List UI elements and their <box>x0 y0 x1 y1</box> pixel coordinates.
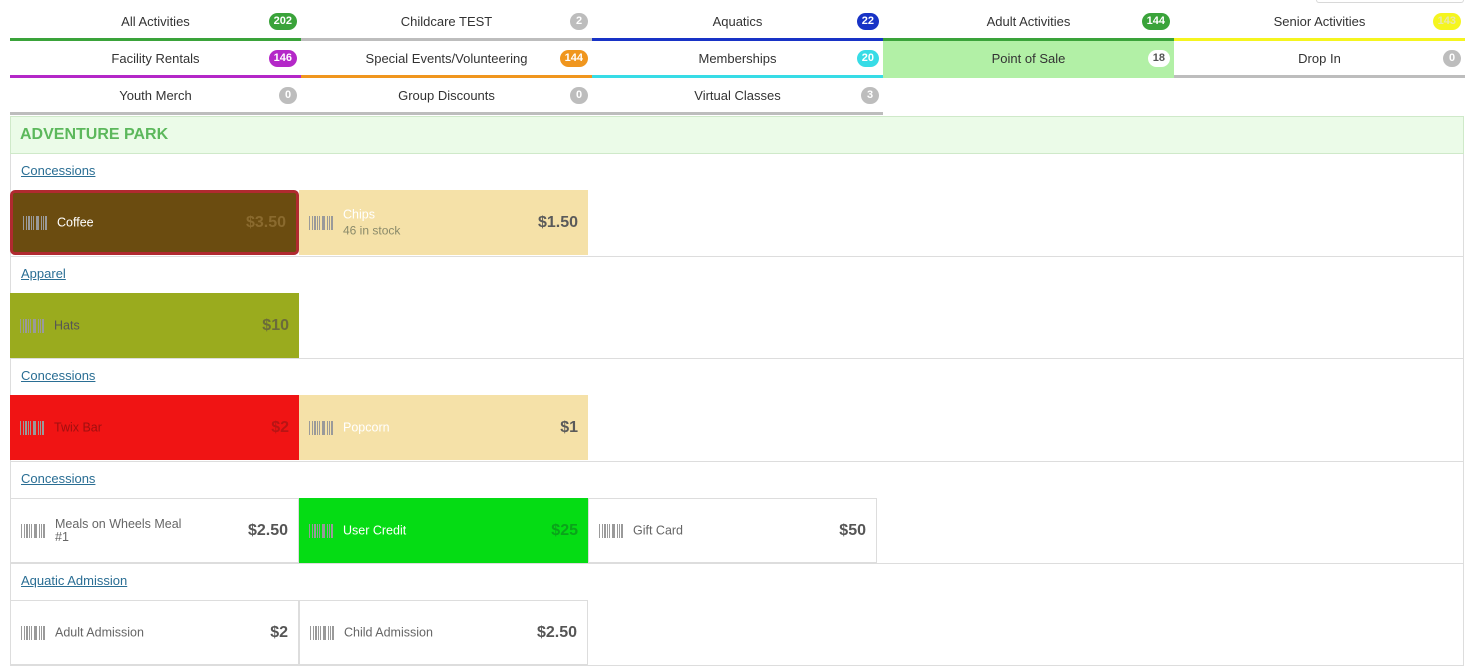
tab-label: Group Discounts <box>398 87 495 103</box>
tab-count-badge: 143 <box>1432 13 1461 30</box>
tab-label: Drop In <box>1298 50 1341 66</box>
product-tile[interactable]: Adult Admission $2 <box>10 600 299 665</box>
product-name: Adult Admission <box>55 625 144 639</box>
tab-count-badge: 146 <box>268 50 297 67</box>
tab-senior-activities[interactable]: Senior Activities 143 <box>1174 4 1465 41</box>
tab-label: Senior Activities <box>1273 13 1366 29</box>
product-group: Concessions Twix Bar $2 Popcorn $1 <box>10 359 1464 462</box>
product-group: Concessions Coffee $3.50 Chips 46 in stoc… <box>10 154 1464 257</box>
tab-group-discounts[interactable]: Group Discounts 0 <box>301 78 592 115</box>
product-group: Concessions Meals on Wheels Meal #1 $2.5… <box>10 462 1464 564</box>
tab-virtual-classes[interactable]: Virtual Classes 3 <box>592 78 883 115</box>
product-tile[interactable]: Gift Card $50 <box>588 498 877 563</box>
barcode-icon <box>21 523 45 538</box>
product-name: User Credit <box>343 523 407 537</box>
tab-count-badge: 20 <box>856 50 879 67</box>
tab-label: All Activities <box>121 13 190 29</box>
tab-label: Special Events/Volunteering <box>365 50 528 66</box>
tab-label: Childcare TEST <box>400 13 493 29</box>
tab-memberships[interactable]: Memberships 20 <box>592 41 883 78</box>
section-header: ADVENTURE PARK <box>10 116 1464 154</box>
product-name: Hats <box>54 318 80 332</box>
tab-point-of-sale[interactable]: Point of Sale 18 <box>883 41 1174 78</box>
tab-count-badge: 144 <box>1141 13 1170 30</box>
product-name: Twix Bar <box>54 420 102 434</box>
barcode-icon <box>309 215 333 230</box>
barcode-icon <box>21 625 45 640</box>
section-title: ADVENTURE PARK <box>20 126 169 143</box>
tab-childcare-test[interactable]: Childcare TEST 2 <box>301 4 592 41</box>
tab-count-badge: 22 <box>856 13 879 30</box>
product-tile[interactable]: Chips 46 in stock $1.50 <box>299 190 588 255</box>
barcode-icon <box>309 420 333 435</box>
tab-row: Youth Merch 0 Group Discounts 0 Virtual Cl… <box>10 78 1465 115</box>
product-name: Child Admission <box>344 625 433 639</box>
tab-all-activities[interactable]: All Activities 202 <box>10 4 301 41</box>
product-group: Aquatic Admission Adult Admission $2 Chi… <box>10 564 1464 666</box>
product-price: $2.50 <box>536 623 577 641</box>
product-tile[interactable]: Hats $10 <box>10 293 299 358</box>
barcode-icon <box>20 420 44 435</box>
group-title-link[interactable]: Apparel <box>21 266 66 281</box>
tab-count-badge: 202 <box>268 13 297 30</box>
product-tile[interactable]: User Credit $25 <box>299 498 588 563</box>
product-tile[interactable]: Child Admission $2.50 <box>299 600 588 665</box>
product-price: $25 <box>551 521 578 539</box>
product-price: $10 <box>262 316 289 334</box>
tab-label: Aquatics <box>712 13 763 29</box>
product-name: Meals on Wheels Meal #1 <box>55 516 182 544</box>
product-price: $1 <box>560 418 578 436</box>
product-name: Gift Card <box>633 523 684 537</box>
product-price: $1.50 <box>537 213 578 231</box>
tab-row: Facility Rentals 146 Special Events/Volun… <box>10 41 1465 78</box>
tab-adult-activities[interactable]: Adult Activities 144 <box>883 4 1174 41</box>
tab-label: Youth Merch <box>119 87 192 103</box>
tab-facility-rentals[interactable]: Facility Rentals 146 <box>10 41 301 78</box>
product-price: $2.50 <box>247 521 288 539</box>
tab-label: Facility Rentals <box>111 50 200 66</box>
product-tile[interactable]: Twix Bar $2 <box>10 395 299 460</box>
barcode-icon <box>599 523 623 538</box>
product-price: $50 <box>839 521 866 539</box>
product-tile[interactable]: Meals on Wheels Meal #1 $2.50 <box>10 498 299 563</box>
product-tile[interactable]: Coffee $3.50 <box>10 190 299 255</box>
product-name: Coffee <box>57 215 94 229</box>
product-tile[interactable]: Popcorn $1 <box>299 395 588 460</box>
tab-drop-in[interactable]: Drop In 0 <box>1174 41 1465 78</box>
group-title-link[interactable]: Concessions <box>21 368 95 383</box>
product-group: Apparel Hats $10 <box>10 257 1464 359</box>
tab-count-badge: 0 <box>279 87 297 104</box>
tab-aquatics[interactable]: Aquatics 22 <box>592 4 883 41</box>
tab-label: Memberships <box>698 50 777 66</box>
tab-count-badge: 3 <box>861 87 879 104</box>
tab-count-badge: 144 <box>559 50 588 67</box>
barcode-icon <box>309 523 333 538</box>
product-price: $2 <box>270 623 288 641</box>
tab-label: Virtual Classes <box>694 87 781 103</box>
barcode-icon <box>23 215 47 230</box>
product-price: $3.50 <box>245 213 286 231</box>
product-name: Popcorn <box>343 420 390 434</box>
product-price: $2 <box>271 418 289 436</box>
tab-youth-merch[interactable]: Youth Merch 0 <box>10 78 301 115</box>
tab-label: Point of Sale <box>991 50 1066 66</box>
stock-count: 46 in stock <box>343 223 401 237</box>
tab-count-badge: 2 <box>570 13 588 30</box>
category-tabs: All Activities 202 Childcare TEST 2 Aquati… <box>10 4 1465 115</box>
group-title-link[interactable]: Aquatic Admission <box>21 573 127 588</box>
barcode-icon <box>310 625 334 640</box>
tab-special-events[interactable]: Special Events/Volunteering 144 <box>301 41 592 78</box>
tab-label: Adult Activities <box>986 13 1071 29</box>
barcode-icon <box>20 318 44 333</box>
group-title-link[interactable]: Concessions <box>21 163 95 178</box>
group-title-link[interactable]: Concessions <box>21 471 95 486</box>
tab-count-badge: 0 <box>570 87 588 104</box>
tab-row: All Activities 202 Childcare TEST 2 Aquati… <box>10 4 1465 41</box>
search-box-edge <box>1316 0 1464 3</box>
product-name: Chips <box>343 207 375 221</box>
tab-count-badge: 0 <box>1443 50 1461 67</box>
tab-count-badge: 18 <box>1147 50 1170 67</box>
